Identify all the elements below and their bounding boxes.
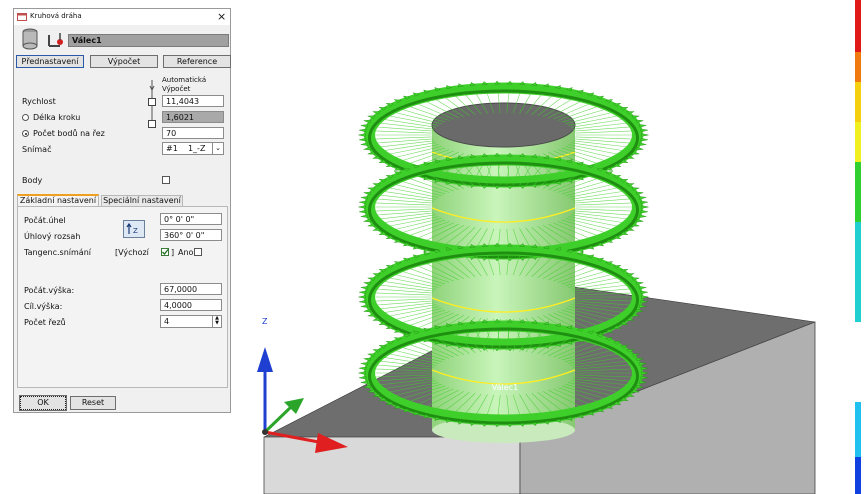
probe-vector bbox=[370, 202, 432, 206]
probe-point bbox=[359, 128, 367, 133]
probe-point bbox=[360, 286, 369, 290]
probe-point bbox=[358, 295, 366, 299]
probe-vector bbox=[370, 136, 432, 140]
probe-point bbox=[640, 209, 648, 214]
probe-point bbox=[360, 124, 369, 128]
probe-point bbox=[640, 290, 648, 295]
cylinder-label: Válec1 bbox=[492, 383, 518, 392]
probe-vector bbox=[575, 202, 637, 206]
probe-point bbox=[359, 299, 367, 304]
viewport-3d[interactable]: Válec1 Z bbox=[0, 0, 868, 494]
probe-vector bbox=[370, 298, 432, 302]
probe-point bbox=[359, 137, 367, 142]
probe-point bbox=[638, 124, 647, 128]
probe-point bbox=[635, 218, 644, 223]
probe-vector bbox=[371, 288, 433, 294]
axis-origin bbox=[262, 429, 268, 435]
probe-vector bbox=[575, 136, 637, 140]
probe-point bbox=[640, 128, 648, 133]
color-scale bbox=[855, 0, 861, 494]
probe-vector bbox=[574, 138, 636, 144]
probe-point bbox=[363, 191, 372, 196]
probe-point bbox=[635, 281, 644, 286]
probe-point bbox=[638, 142, 647, 146]
probe-point bbox=[358, 205, 366, 209]
probe-vector bbox=[371, 126, 433, 132]
probe-vector bbox=[371, 300, 433, 306]
probe-vector bbox=[371, 138, 433, 144]
probe-vector bbox=[574, 198, 636, 204]
probe-point bbox=[360, 304, 369, 308]
probe-point bbox=[358, 133, 366, 137]
probe-point bbox=[363, 146, 372, 151]
probe-vector bbox=[370, 292, 432, 296]
probe-point bbox=[641, 133, 649, 137]
probe-point bbox=[359, 375, 367, 380]
z-axis-label: Z bbox=[262, 317, 268, 326]
probe-point bbox=[640, 137, 648, 142]
probe-point bbox=[635, 119, 644, 124]
probe-point bbox=[360, 380, 369, 384]
probe-vector bbox=[574, 126, 636, 132]
probe-point bbox=[363, 281, 372, 286]
probe-vector bbox=[575, 130, 637, 134]
probe-point bbox=[640, 200, 648, 205]
probe-point bbox=[360, 142, 369, 146]
probe-point bbox=[363, 357, 372, 362]
probe-point bbox=[638, 214, 647, 218]
cylinder-valec1[interactable] bbox=[431, 102, 576, 443]
probe-vector bbox=[370, 130, 432, 134]
probe-point bbox=[359, 209, 367, 214]
probe-point bbox=[360, 214, 369, 218]
probe-point bbox=[359, 366, 367, 371]
probe-point bbox=[635, 146, 644, 151]
probe-point bbox=[638, 196, 647, 200]
probe-point bbox=[359, 290, 367, 295]
probe-vector bbox=[371, 210, 433, 216]
z-axis-arrow bbox=[257, 347, 273, 372]
probe-point bbox=[360, 362, 369, 366]
probe-vector bbox=[575, 208, 637, 212]
block-front-face bbox=[263, 436, 521, 494]
probe-point bbox=[359, 200, 367, 205]
probe-point bbox=[358, 371, 366, 375]
probe-vector bbox=[371, 198, 433, 204]
probe-point bbox=[635, 191, 644, 196]
probe-point bbox=[363, 119, 372, 124]
probe-point bbox=[360, 196, 369, 200]
probe-vector bbox=[370, 208, 432, 212]
probe-vector bbox=[574, 210, 636, 216]
probe-point bbox=[363, 218, 372, 223]
probe-point bbox=[638, 286, 647, 290]
probe-point bbox=[363, 308, 372, 313]
probe-point bbox=[641, 205, 649, 209]
